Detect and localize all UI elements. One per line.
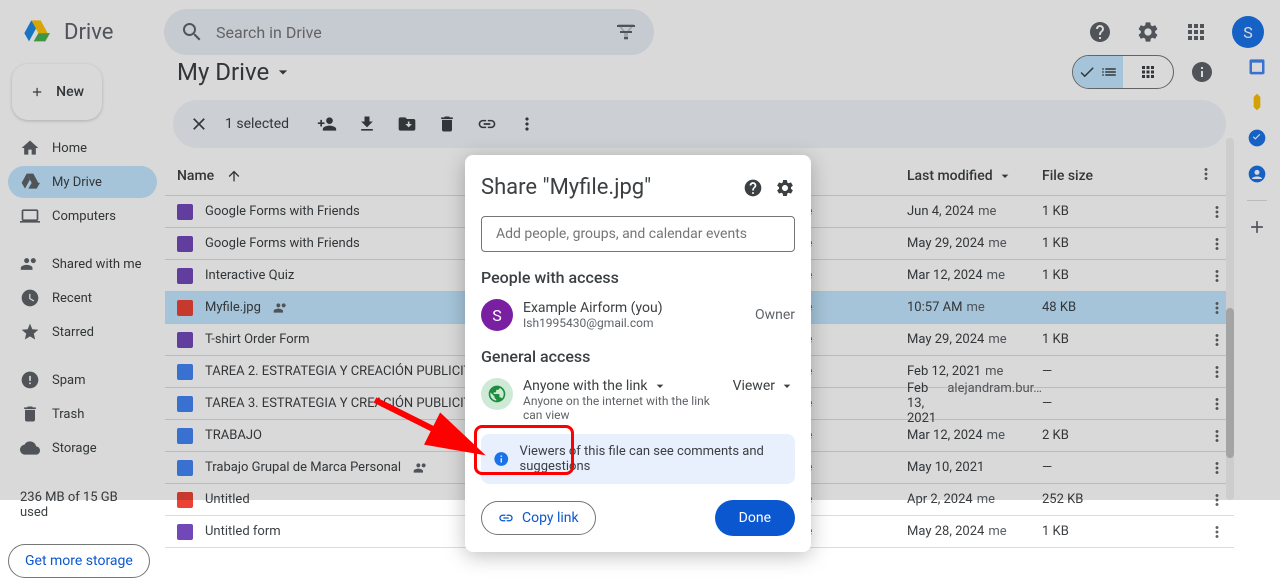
copy-link-button[interactable]: Copy link — [481, 501, 596, 535]
get-storage-button[interactable]: Get more storage — [8, 544, 150, 578]
person-avatar: S — [481, 299, 513, 331]
dialog-title: Share "Myfile.jpg" — [481, 175, 731, 200]
file-type-icon — [177, 524, 193, 540]
access-description: Anyone on the internet with the link can… — [523, 394, 723, 422]
person-row: S Example Airform (you) Ish1995430@gmail… — [481, 299, 795, 331]
add-people-input[interactable] — [481, 216, 795, 252]
done-button[interactable]: Done — [715, 500, 795, 536]
link-icon — [498, 510, 514, 526]
file-modified: May 28, 2024me — [907, 524, 1042, 539]
file-name: Untitled form — [205, 524, 281, 539]
people-section-title: People with access — [481, 268, 795, 287]
info-banner: Viewers of this file can see comments an… — [481, 434, 795, 484]
globe-icon — [481, 378, 513, 410]
person-role: Owner — [755, 307, 795, 323]
person-name: Example Airform (you) — [523, 300, 745, 316]
dialog-settings-icon[interactable] — [775, 178, 795, 198]
role-dropdown[interactable]: Viewer — [733, 378, 795, 394]
dialog-help-icon[interactable] — [743, 178, 763, 198]
info-icon — [493, 449, 510, 469]
share-dialog: Share "Myfile.jpg" People with access S … — [465, 155, 811, 552]
general-section-title: General access — [481, 347, 795, 366]
row-more-icon[interactable] — [1208, 523, 1226, 541]
person-email: Ish1995430@gmail.com — [523, 316, 745, 330]
file-size: 1 KB — [1042, 524, 1197, 539]
access-row: Anyone with the link Anyone on the inter… — [481, 378, 795, 422]
access-type-dropdown[interactable]: Anyone with the link — [523, 378, 723, 394]
